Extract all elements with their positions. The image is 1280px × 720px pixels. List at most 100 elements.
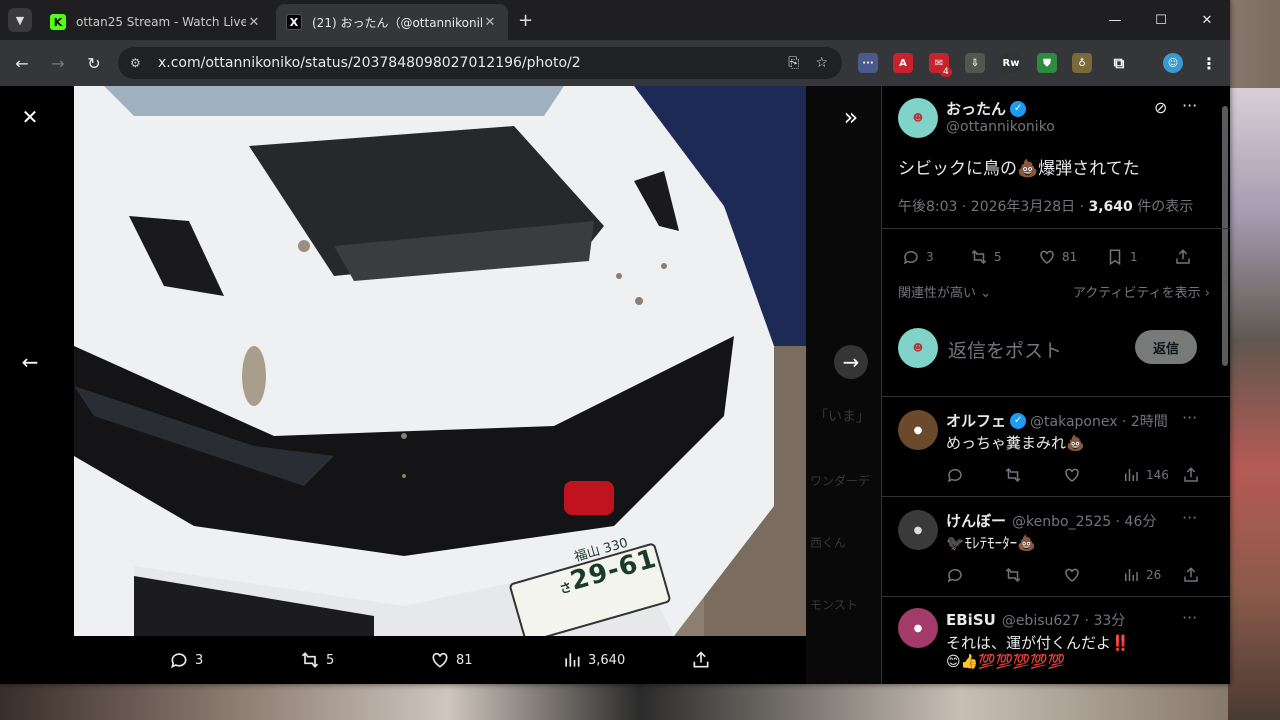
panel-scrollbar[interactable]: [1222, 106, 1228, 366]
bottle-extension-icon[interactable]: ♁: [1072, 53, 1092, 73]
post-like-button[interactable]: 81: [1038, 248, 1077, 266]
post-timestamp[interactable]: 午後8:03 · 2026年3月28日 ·: [898, 199, 1089, 215]
close-viewer-icon[interactable]: ✕: [13, 100, 47, 134]
shield-extension-icon[interactable]: ⛊: [1037, 53, 1057, 73]
tab-strip: ▼ K ottan25 Stream - Watch Live on ✕ X (…: [0, 0, 1230, 40]
minimize-icon[interactable]: —: [1092, 0, 1138, 40]
reply-author-name[interactable]: EBiSU: [946, 611, 996, 629]
bookmark-star-icon[interactable]: ☆: [815, 55, 828, 71]
reply-avatar[interactable]: ●: [898, 510, 938, 550]
tab-search-button[interactable]: ▼: [8, 8, 32, 32]
reply-more-icon[interactable]: ···: [1182, 408, 1197, 427]
view-activity-link[interactable]: アクティビティを表示 ›: [1073, 282, 1210, 301]
post-bookmark-count: 1: [1130, 250, 1138, 264]
reply-text: それは、運が付くんだよ‼️: [946, 634, 1130, 652]
divider: [882, 596, 1230, 597]
collapse-panel-icon[interactable]: »: [834, 100, 868, 134]
author-name[interactable]: おったん: [946, 98, 1006, 119]
reply-author-handle[interactable]: @ebisu627 · 33分: [1002, 610, 1125, 630]
sort-replies-dropdown[interactable]: 関連性が高い ⌄: [898, 282, 991, 301]
author-avatar[interactable]: ☻: [898, 98, 938, 138]
new-tab-button[interactable]: +: [518, 10, 533, 31]
post-bookmark-button[interactable]: 1: [1106, 248, 1138, 266]
back-arrow-icon[interactable]: ←: [10, 51, 34, 75]
viewer-views-button[interactable]: 3,640: [562, 650, 625, 670]
rw-extension-icon[interactable]: Rw: [1001, 53, 1021, 73]
reply-more-icon[interactable]: ···: [1182, 608, 1197, 627]
viewer-repost-button[interactable]: 5: [300, 650, 334, 670]
author-handle[interactable]: @ottannikoniko: [946, 119, 1055, 135]
viewer-like-count: 81: [456, 652, 473, 668]
viewer-like-button[interactable]: 81: [430, 650, 473, 670]
reload-icon[interactable]: ↻: [82, 51, 106, 75]
browser-window: ▼ K ottan25 Stream - Watch Live on ✕ X (…: [0, 0, 1230, 684]
reply-author-name[interactable]: オルフェ: [946, 410, 1006, 431]
download-extension-icon[interactable]: ⇩: [965, 53, 985, 73]
activity-label: アクティビティを表示: [1072, 286, 1201, 301]
close-window-icon[interactable]: ✕: [1184, 0, 1230, 40]
viewer-reply-count: 3: [195, 652, 204, 668]
maximize-icon[interactable]: ☐: [1138, 0, 1184, 40]
reply-repost-button[interactable]: [1004, 566, 1022, 584]
puzzle-extensions-icon[interactable]: ⧉: [1109, 53, 1129, 73]
post-share-button[interactable]: [1174, 248, 1192, 266]
pdf-extension-icon[interactable]: A: [893, 53, 913, 73]
views-chart-icon: [1125, 469, 1138, 481]
reply-views-button[interactable]: 26: [1122, 566, 1161, 584]
reply-like-button[interactable]: [1063, 566, 1081, 584]
repost-icon: [1005, 467, 1021, 483]
browser-menu-icon[interactable]: ⋮: [1199, 53, 1219, 73]
reply-repost-button[interactable]: [1004, 466, 1022, 484]
reply-share-button[interactable]: [1182, 566, 1200, 584]
kick-favicon-icon: K: [50, 14, 66, 30]
reply-avatar[interactable]: ●: [898, 410, 938, 450]
viewer-reply-button[interactable]: 3: [169, 650, 203, 670]
post-reply-button[interactable]: 3: [902, 248, 934, 266]
address-bar[interactable]: ⚙ x.com/ottannikoniko/status/20378480980…: [118, 47, 842, 79]
viewer-share-button[interactable]: [691, 650, 711, 670]
reply-author-handle[interactable]: @takaponex · 2時間: [1030, 411, 1168, 431]
reply-views-button[interactable]: 146: [1122, 466, 1169, 484]
reply-submit-button[interactable]: 返信: [1135, 330, 1197, 364]
post-text: シビックに鳥の💩爆弾されてた: [898, 159, 1140, 179]
next-photo-arrow-icon[interactable]: →: [834, 345, 868, 379]
reply-reply-button[interactable]: [946, 566, 964, 584]
viewer-action-bar: 3 5 81 3,640: [0, 636, 881, 684]
reply-like-button[interactable]: [1063, 466, 1081, 484]
page-content: 「いま」 ワンダーデ 西くん モンスト 福山 330 さ29-61 ✕ » ← …: [0, 86, 1230, 684]
forward-arrow-icon[interactable]: →: [46, 51, 70, 75]
install-app-icon[interactable]: ⎘: [788, 55, 799, 71]
reply-avatar[interactable]: ●: [898, 608, 938, 648]
extension-dots-icon[interactable]: ···: [858, 53, 878, 73]
site-info-icon[interactable]: ⚙: [130, 56, 148, 70]
tab-x-post[interactable]: X (21) おったん（@ottannikoniko） ✕: [276, 4, 508, 40]
heart-icon: [1065, 568, 1079, 582]
more-options-icon[interactable]: ···: [1182, 96, 1197, 115]
tab-close-icon[interactable]: ✕: [482, 15, 498, 30]
post-repost-button[interactable]: 5: [970, 248, 1002, 266]
background-right-edge: [1228, 88, 1280, 720]
reply-author-handle[interactable]: @kenbo_2525 · 46分: [1012, 511, 1156, 531]
post-views-count: 3,640: [1088, 199, 1133, 215]
prev-photo-arrow-icon[interactable]: ←: [13, 345, 47, 379]
profile-avatar-icon[interactable]: ☺: [1163, 53, 1183, 73]
grok-icon[interactable]: ⊘: [1154, 98, 1167, 117]
reply-author-name[interactable]: けんぼー: [946, 510, 1006, 531]
viewer-views-count: 3,640: [588, 652, 626, 668]
views-chart-icon: [565, 653, 580, 667]
reply-share-button[interactable]: [1182, 466, 1200, 484]
reply-reply-button[interactable]: [946, 466, 964, 484]
photo-viewer: 「いま」 ワンダーデ 西くん モンスト 福山 330 さ29-61 ✕ » ← …: [0, 86, 881, 684]
ghost-text: 西くん: [810, 536, 847, 550]
tab-close-icon[interactable]: ✕: [246, 15, 262, 30]
post-repost-count: 5: [994, 250, 1002, 264]
reply-header: けんぼー @kenbo_2525 · 46分: [946, 510, 1156, 531]
url-text[interactable]: x.com/ottannikoniko/status/2037848098027…: [158, 55, 788, 71]
tab-kick-stream[interactable]: K ottan25 Stream - Watch Live on ✕: [40, 4, 272, 40]
divider: [882, 228, 1230, 229]
reply-more-icon[interactable]: ···: [1182, 508, 1197, 527]
post-reply-count: 3: [926, 250, 934, 264]
tab-title: (21) おったん（@ottannikoniko）: [312, 15, 482, 30]
reply-input[interactable]: 返信をポスト: [948, 336, 1062, 363]
verified-badge-icon: ✓: [1010, 100, 1027, 117]
